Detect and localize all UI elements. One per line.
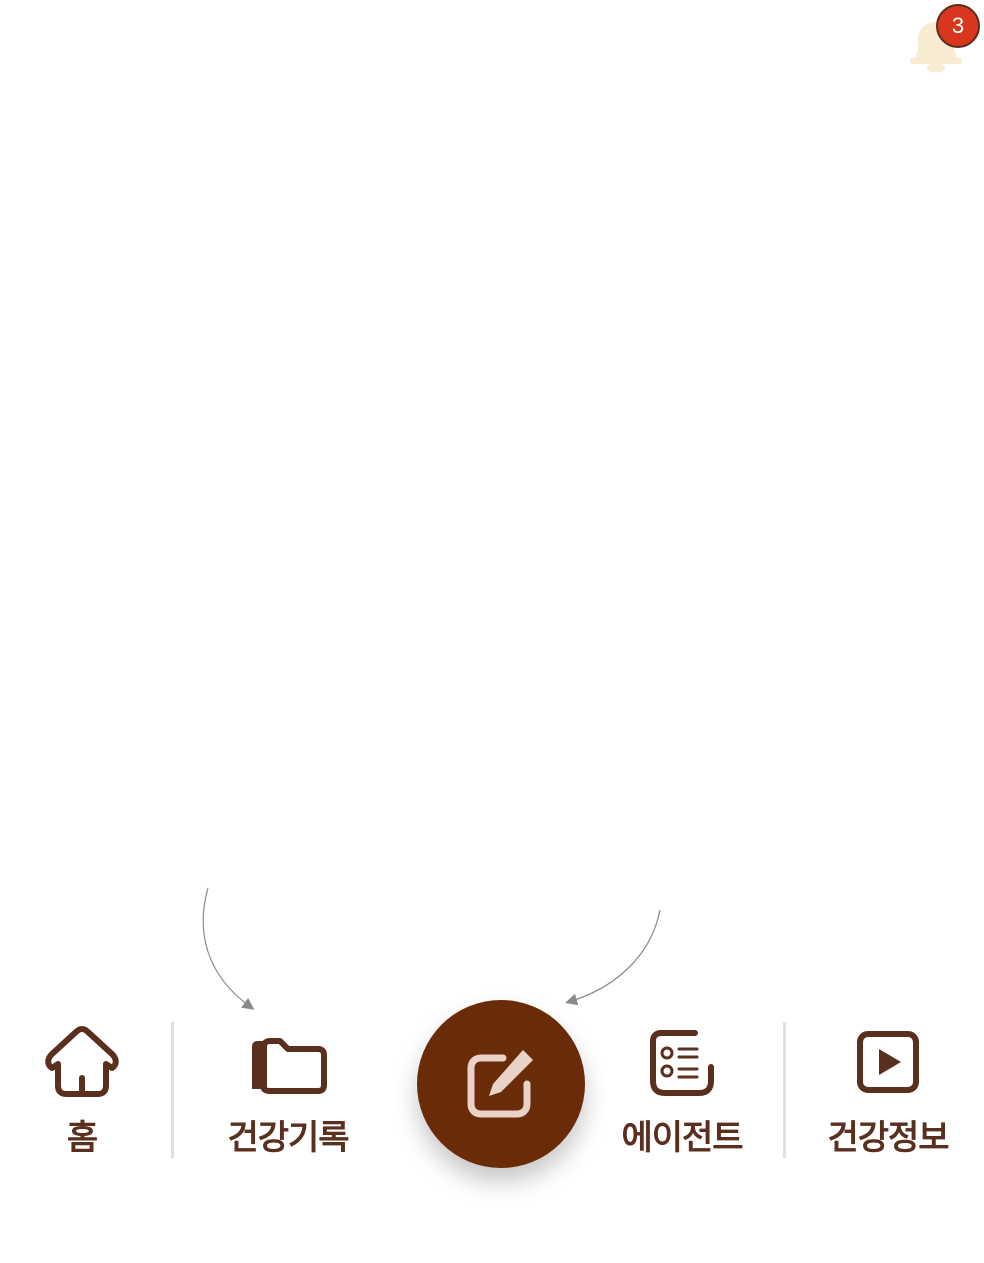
nav-health-records[interactable]: 건강기록: [210, 1022, 366, 1162]
home-icon: [45, 1026, 119, 1097]
list-icon: [650, 1030, 714, 1096]
play-icon: [857, 1031, 919, 1093]
nav-health-info-label: 건강정보: [827, 1118, 949, 1158]
arrow-to-records: [202, 887, 255, 1010]
nav-divider: [171, 1022, 174, 1158]
nav-divider: [783, 1022, 786, 1158]
nav-agent-label: 에이전트: [621, 1118, 743, 1158]
nav-agent[interactable]: 에이전트: [608, 1022, 756, 1162]
write-record-fab[interactable]: [417, 1000, 585, 1168]
nav-home-label: 홈: [66, 1118, 98, 1158]
arrow-to-fab: [565, 909, 661, 1006]
nav-health-records-label: 건강기록: [227, 1118, 349, 1158]
app-screen: 3 홈 건강기록 에이전트 건강정보: [0, 0, 984, 1263]
nav-health-info[interactable]: 건강정보: [812, 1022, 964, 1162]
edit-icon: [467, 1050, 533, 1118]
nav-home[interactable]: 홈: [20, 1022, 144, 1162]
folder-icon: [252, 1038, 327, 1094]
